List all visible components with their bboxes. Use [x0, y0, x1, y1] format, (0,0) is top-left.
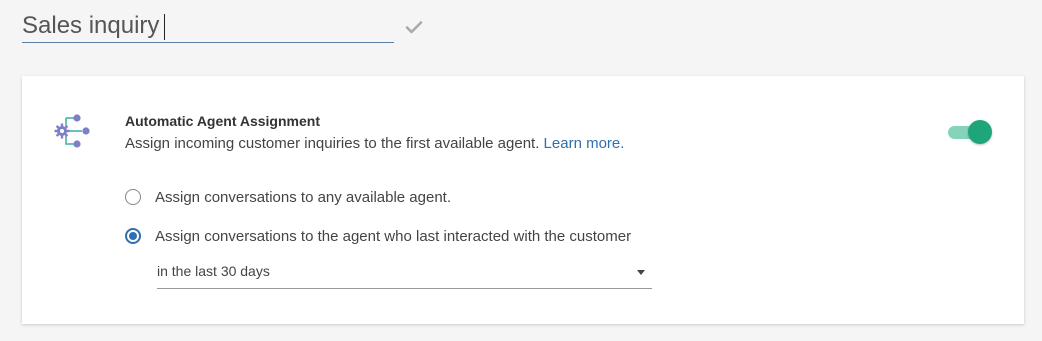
option-any-agent[interactable]: Assign conversations to any available ag… — [125, 187, 451, 207]
text-caret — [164, 14, 165, 40]
option-last-agent[interactable]: Assign conversations to the agent who la… — [125, 226, 631, 246]
option-label: Assign conversations to any available ag… — [155, 188, 452, 206]
dropdown-arrow-icon — [637, 270, 645, 275]
learn-more-link[interactable]: Learn more. — [544, 135, 625, 152]
feature-description: Assign incoming customer inquiries to th… — [125, 135, 624, 152]
workflow-icon — [54, 114, 90, 148]
feature-title: Automatic Agent Assignment — [125, 113, 320, 129]
radio-unchecked[interactable] — [125, 189, 141, 205]
title-input[interactable] — [22, 10, 394, 43]
toggle-knob — [968, 120, 992, 144]
option-label: Assign conversations to the agent who la… — [155, 227, 632, 245]
assignment-card: Automatic Agent Assignment Assign incomi… — [22, 76, 1024, 324]
timeframe-value: in the last 30 days — [157, 263, 270, 279]
title-row — [22, 0, 462, 60]
timeframe-select[interactable]: in the last 30 days — [157, 258, 652, 289]
assignment-toggle[interactable] — [948, 120, 992, 144]
feature-description-text: Assign incoming customer inquiries to th… — [125, 135, 540, 152]
check-icon[interactable] — [405, 18, 423, 36]
radio-checked[interactable] — [125, 228, 141, 244]
